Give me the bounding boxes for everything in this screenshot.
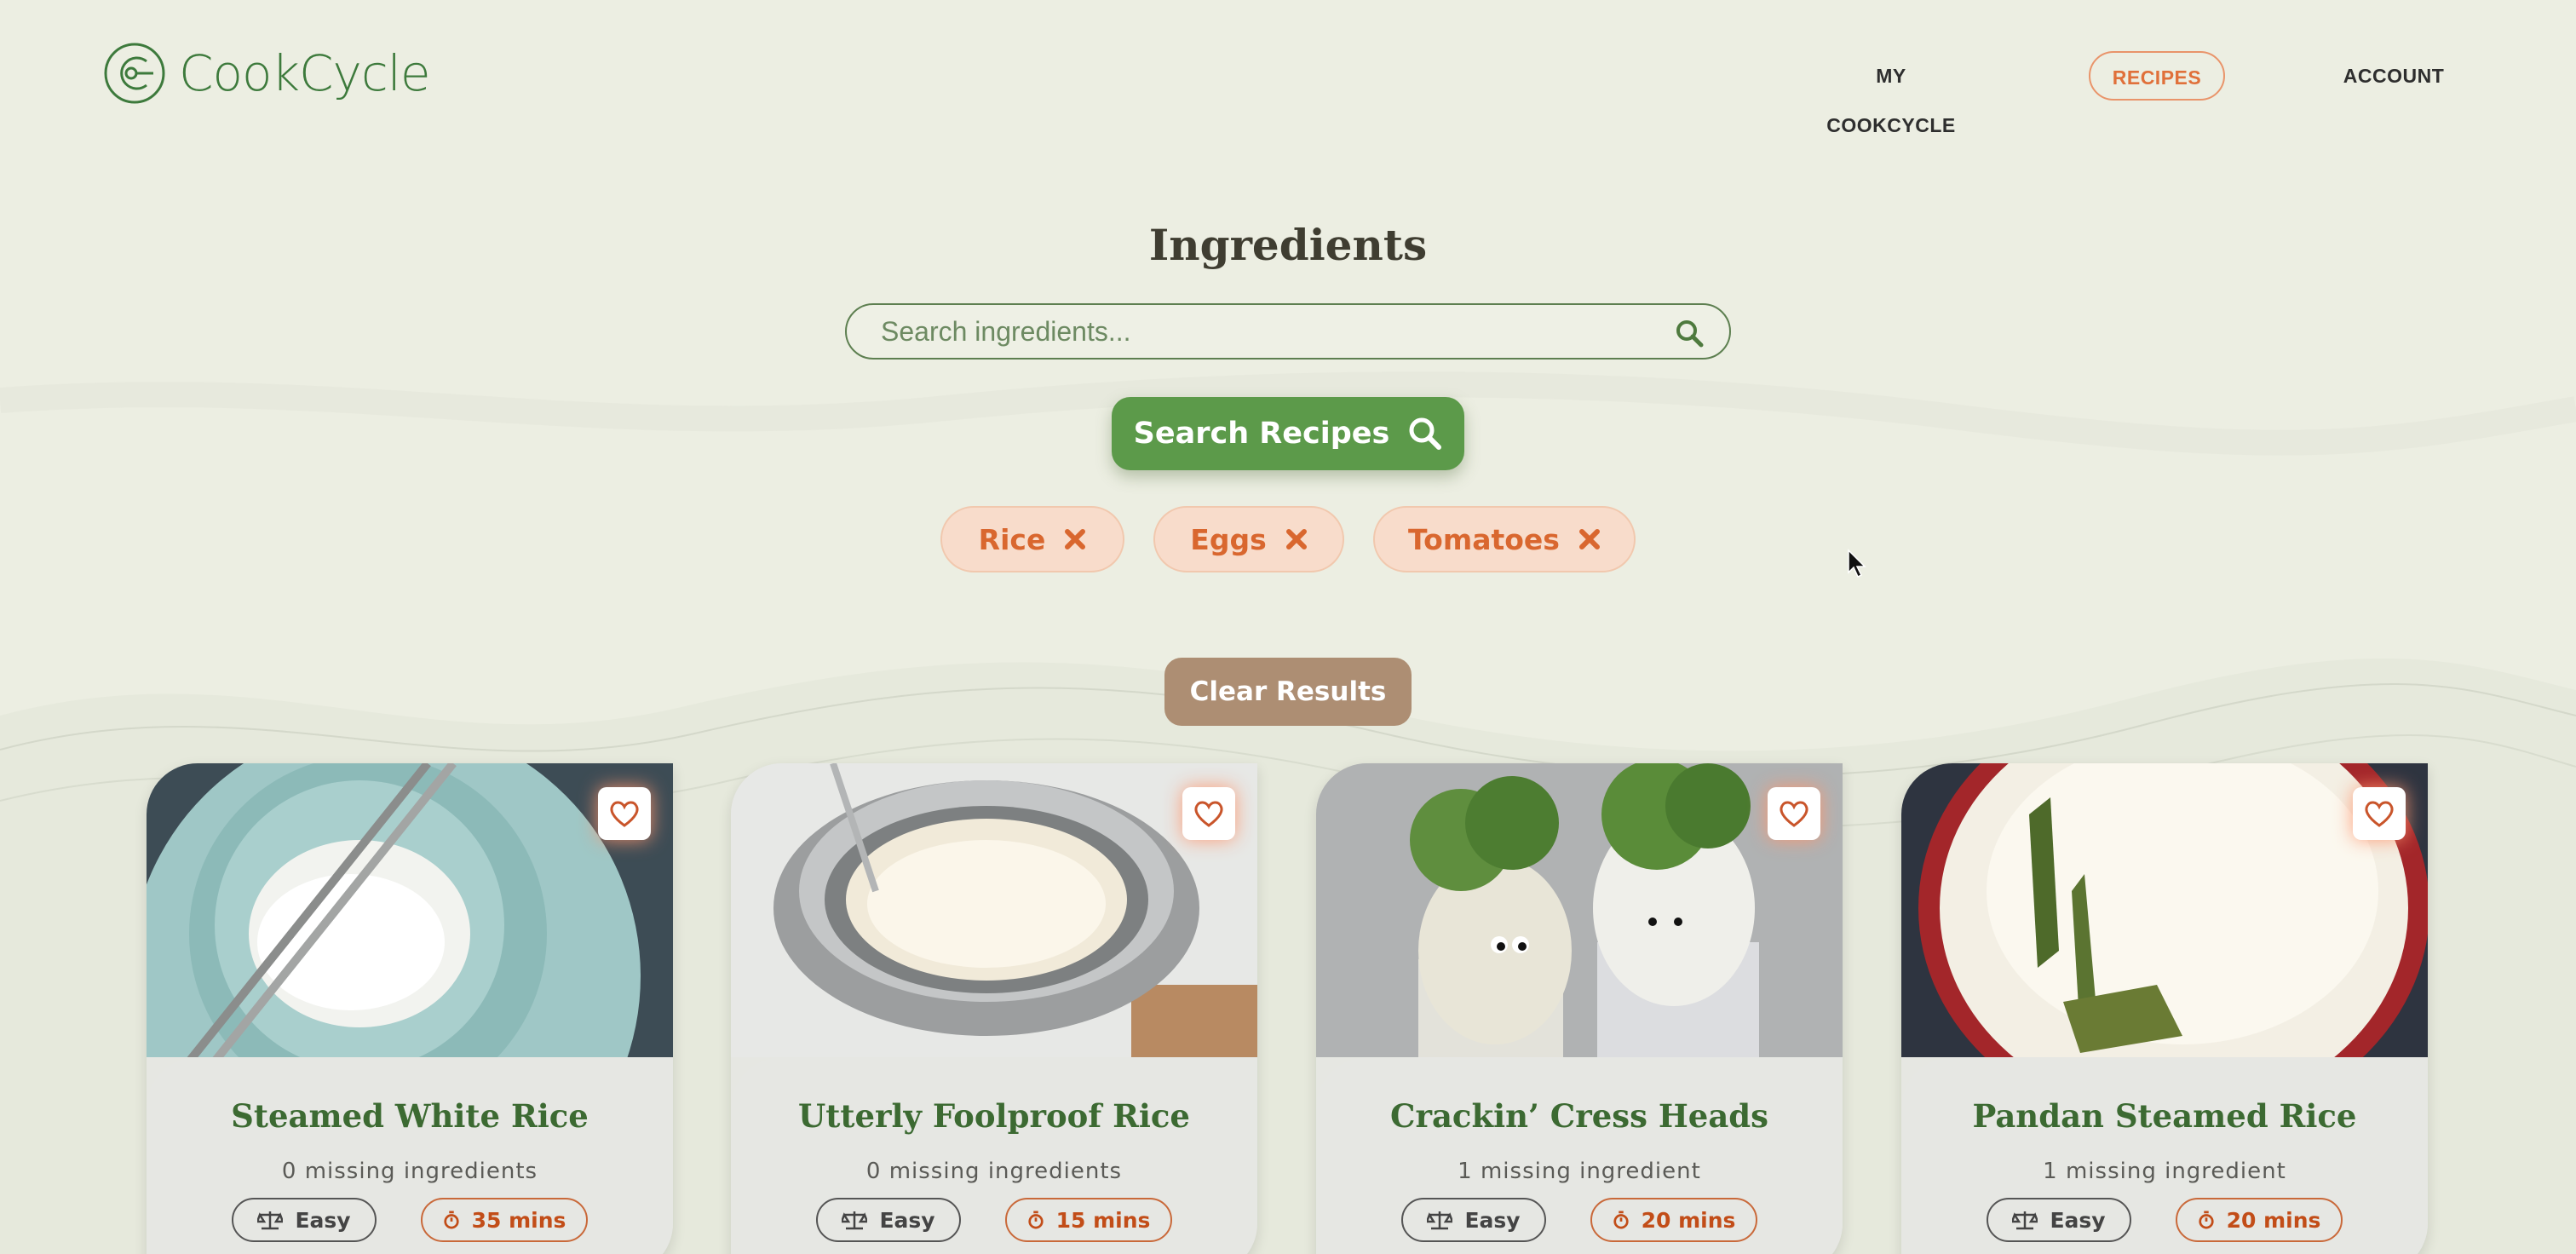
close-icon[interactable] — [1578, 528, 1601, 550]
time-label: 20 mins — [1641, 1207, 1736, 1233]
difficulty-badge: Easy — [1401, 1198, 1546, 1242]
missing-ingredients: 0 missing ingredients — [281, 1159, 538, 1184]
recipe-title[interactable]: Pandan Steamed Rice — [1901, 1097, 2428, 1135]
time-badge: 15 mins — [1005, 1198, 1172, 1242]
heart-icon[interactable] — [598, 787, 651, 840]
difficulty-label: Easy — [295, 1207, 351, 1233]
recipe-card-panel — [1901, 1057, 2428, 1254]
time-label: 20 mins — [2226, 1207, 2321, 1233]
scale-icon — [257, 1211, 284, 1230]
time-label: 35 mins — [471, 1207, 566, 1233]
recipe-image — [1316, 763, 1843, 1057]
time-badge: 20 mins — [2176, 1198, 2343, 1242]
difficulty-badge: Easy — [232, 1198, 377, 1242]
search-icon[interactable] — [1675, 319, 1704, 348]
chip-label: Tomatoes — [1408, 522, 1560, 556]
scale-icon — [842, 1211, 868, 1230]
recipe-card[interactable]: Pandan Steamed Rice 1 missing ingredient… — [1901, 763, 2428, 1254]
recipe-title[interactable]: Utterly Foolproof Rice — [731, 1097, 1257, 1135]
search-recipes-button[interactable]: Search Recipes — [1112, 397, 1464, 470]
recipe-card[interactable]: Utterly Foolproof Rice 0 missing ingredi… — [731, 763, 1257, 1254]
timer-icon — [1027, 1211, 1044, 1229]
ingredient-search-input[interactable] — [881, 305, 1647, 358]
top-nav: MY COOKCYCLE RECIPES ACCOUNT — [0, 51, 2576, 136]
nav-recipes[interactable]: RECIPES — [2089, 51, 2225, 101]
ingredient-chip: Tomatoes — [1373, 506, 1636, 572]
mouse-cursor-icon — [1848, 549, 1866, 578]
recipe-image — [1901, 763, 2428, 1057]
nav-my-cookcycle[interactable]: MY COOKCYCLE — [1813, 51, 1969, 136]
close-icon[interactable] — [1285, 528, 1308, 550]
missing-ingredients: 1 missing ingredient — [1458, 1159, 1701, 1184]
search-recipes-label: Search Recipes — [1133, 417, 1390, 451]
timer-icon — [1613, 1211, 1629, 1229]
recipe-card[interactable]: Crackin’ Cress Heads 1 missing ingredien… — [1316, 763, 1843, 1254]
recipe-image — [731, 763, 1257, 1057]
recipe-image — [147, 763, 673, 1057]
difficulty-label: Easy — [1464, 1207, 1521, 1233]
difficulty-label: Easy — [2050, 1207, 2106, 1233]
recipe-card-panel — [731, 1057, 1257, 1254]
missing-ingredients: 1 missing ingredient — [2043, 1159, 2286, 1184]
recipe-card-panel — [147, 1057, 673, 1254]
close-icon[interactable] — [1064, 528, 1086, 550]
ingredient-search-box — [845, 303, 1731, 360]
ingredient-chip: Rice — [940, 506, 1124, 572]
time-badge: 35 mins — [421, 1198, 588, 1242]
scale-icon — [2012, 1211, 2038, 1230]
recipe-card-panel — [1316, 1057, 1843, 1254]
chip-label: Eggs — [1190, 522, 1267, 556]
ingredient-chip: Eggs — [1153, 506, 1344, 572]
difficulty-badge: Easy — [816, 1198, 961, 1242]
search-icon — [1409, 417, 1442, 450]
heart-icon[interactable] — [1768, 787, 1820, 840]
scale-icon — [1427, 1211, 1453, 1230]
recipe-title[interactable]: Steamed White Rice — [147, 1097, 673, 1135]
nav-account[interactable]: ACCOUNT — [2343, 51, 2445, 101]
chip-label: Rice — [978, 522, 1046, 556]
difficulty-label: Easy — [879, 1207, 935, 1233]
heart-icon[interactable] — [1182, 787, 1235, 840]
recipe-card[interactable]: Steamed White Rice 0 missing ingredients… — [147, 763, 673, 1254]
recipe-title[interactable]: Crackin’ Cress Heads — [1316, 1097, 1843, 1135]
clear-results-button[interactable]: Clear Results — [1164, 658, 1412, 726]
time-label: 15 mins — [1055, 1207, 1151, 1233]
missing-ingredients: 0 missing ingredients — [865, 1159, 1123, 1184]
difficulty-badge: Easy — [1987, 1198, 2131, 1242]
time-badge: 20 mins — [1590, 1198, 1757, 1242]
ingredients-heading: Ingredients — [1148, 220, 1428, 270]
timer-icon — [443, 1211, 459, 1229]
heart-icon[interactable] — [2353, 787, 2406, 840]
timer-icon — [2198, 1211, 2214, 1229]
